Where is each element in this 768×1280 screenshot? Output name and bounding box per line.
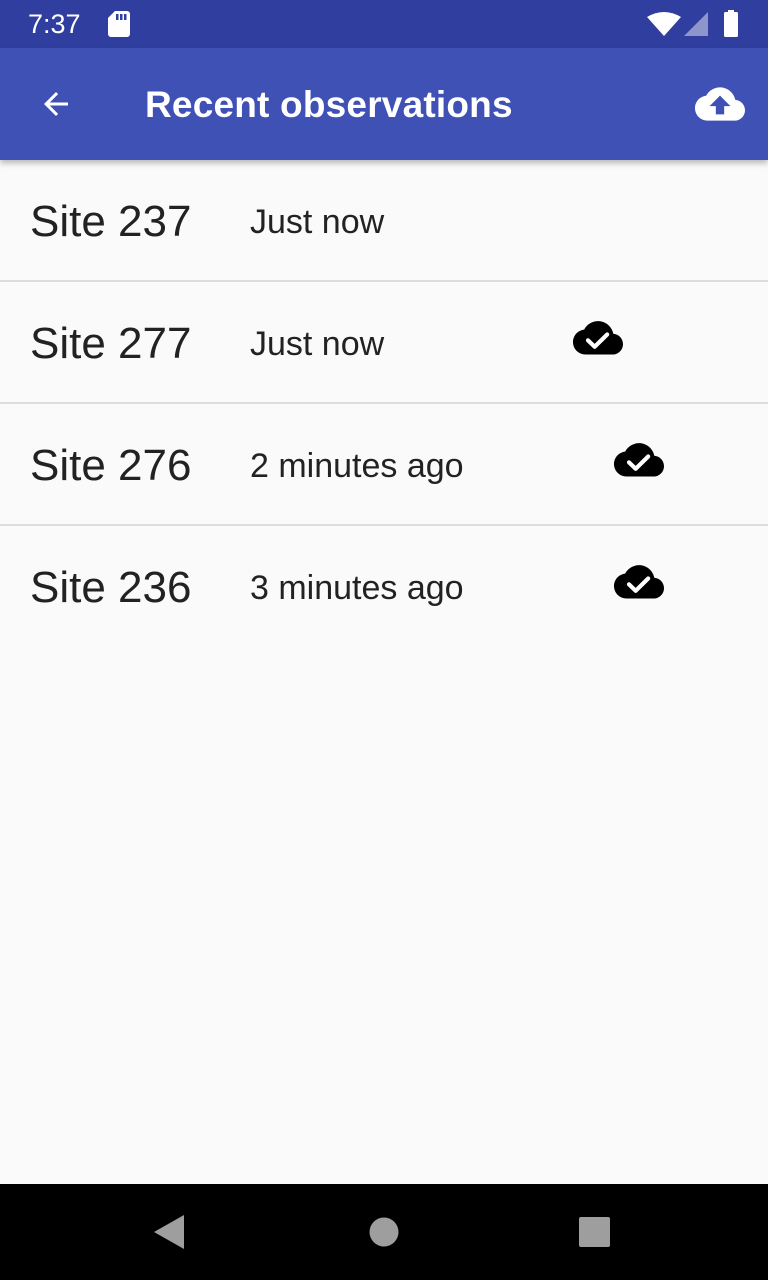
cloud-done-icon [614,565,664,599]
sd-card-icon [108,11,130,37]
arrow-back-icon [44,92,68,116]
cell-signal-icon [684,12,708,36]
cloud-done-icon [614,443,664,477]
nav-recents-icon[interactable] [579,1217,610,1247]
site-name: Site 277 [30,319,192,368]
site-name: Site 236 [30,563,192,612]
nav-back-icon[interactable] [154,1215,184,1249]
list-item[interactable]: Site 277 Just now [0,282,768,404]
wifi-icon [647,12,681,36]
observation-time: Just now [250,203,385,241]
battery-icon [724,10,738,37]
observation-time: 3 minutes ago [250,569,464,607]
cloud-done-icon [573,321,623,355]
site-name: Site 237 [30,197,192,246]
status-time: 7:37 [28,9,81,39]
list-item[interactable]: Site 276 2 minutes ago [0,404,768,526]
navigation-bar [0,1184,768,1280]
back-button[interactable] [24,72,88,136]
observation-time: 2 minutes ago [250,447,464,485]
site-name: Site 276 [30,441,192,490]
list-item[interactable]: Site 236 3 minutes ago [0,526,768,646]
upload-button[interactable] [688,72,752,136]
observation-time: Just now [250,325,385,363]
list-item[interactable]: Site 237 Just now [0,160,768,282]
nav-home-icon[interactable] [369,1217,399,1247]
app-bar: Recent observations [0,48,768,160]
observation-list: Site 237 Just now Site 277 Just now Site… [0,160,768,646]
page-title: Recent observations [145,84,513,125]
status-bar: 7:37 [0,0,768,48]
cloud-upload-icon [695,87,745,121]
